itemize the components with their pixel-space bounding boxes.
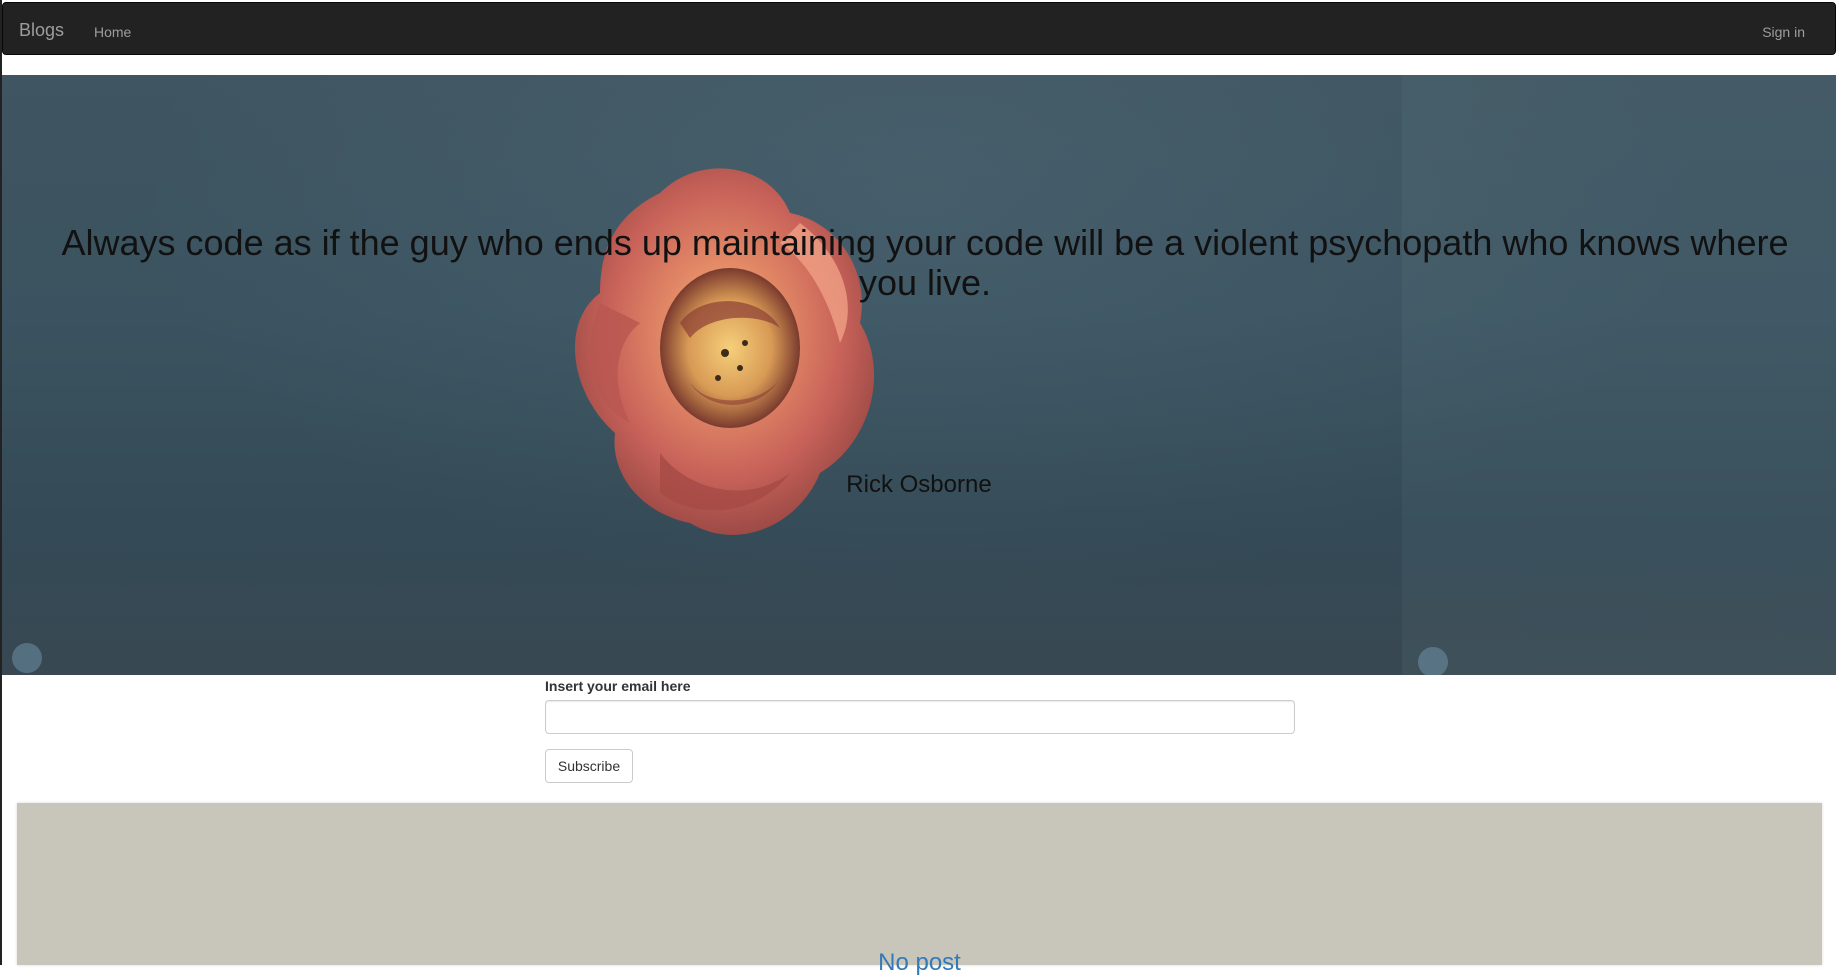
- nav-home-link[interactable]: Home: [94, 22, 131, 42]
- brand-link[interactable]: Blogs: [19, 20, 64, 40]
- email-field[interactable]: [545, 700, 1295, 734]
- hero-quote: Always code as if the guy who ends up ma…: [61, 222, 1789, 303]
- posts-panel: No post: [17, 803, 1822, 976]
- bokeh-bubble: [12, 643, 42, 673]
- hero-banner: Always code as if the guy who ends up ma…: [2, 75, 1836, 675]
- rose-image: [574, 168, 875, 535]
- sign-in-link[interactable]: Sign in: [1762, 22, 1805, 42]
- top-navbar: Blogs Home Sign in: [2, 2, 1836, 55]
- subscribe-button[interactable]: Subscribe: [545, 749, 633, 783]
- email-label: Insert your email here: [545, 678, 691, 694]
- bokeh-bubble: [1418, 647, 1448, 675]
- no-post-message: No post: [878, 949, 961, 976]
- quote-author: Rick Osborne: [846, 471, 992, 498]
